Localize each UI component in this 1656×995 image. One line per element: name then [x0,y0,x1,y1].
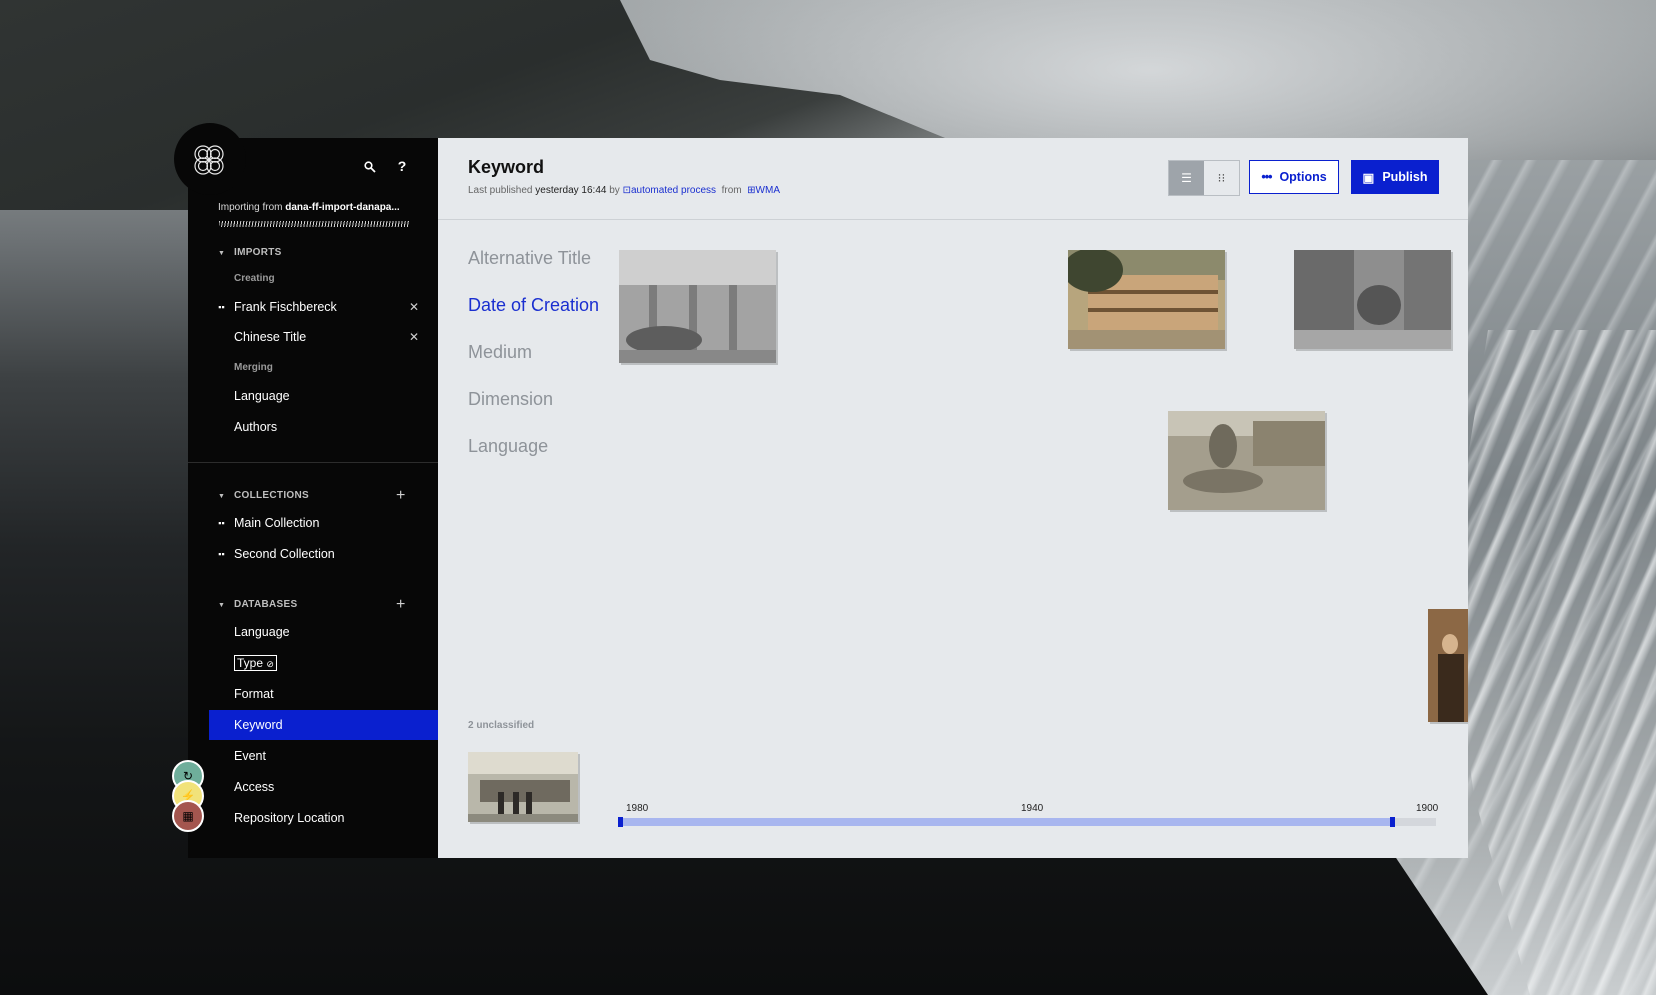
list-view-icon[interactable]: ☰ [1169,161,1204,195]
database-item-event[interactable]: Event [209,741,438,771]
timeline-start-handle[interactable] [618,817,623,827]
page-title: Keyword [468,157,545,177]
timeline-tick-label: 1940 [1021,803,1044,814]
timeline-view-icon[interactable]: ⁝⁝ [1204,161,1239,195]
main-panel: Keyword Last published yesterday 16:44 b… [438,138,1468,858]
merge-item-authors[interactable]: Authors [209,412,438,442]
photo-bank-building-lion[interactable] [619,250,776,363]
import-item-label: Chinese Title [234,330,307,344]
photo-fountain-square[interactable] [1168,411,1325,510]
app-logo-icon[interactable] [190,141,228,179]
database-label: Access [234,780,275,794]
database-item-keyword[interactable]: Keyword [209,710,438,740]
hierarchy-icon: ⊞ [747,185,756,196]
photo-street-scene[interactable] [1294,250,1451,349]
grid-icon: ▪▪ [218,518,225,528]
publish-button[interactable]: ▣ Publish [1351,160,1439,194]
unclassified-count: 2 unclassified [468,720,535,731]
collections-heading: COLLECTIONS [234,490,309,501]
cancel-import-icon[interactable]: ✕ [406,300,422,314]
facet-language[interactable]: Language [468,436,548,457]
merge-item-label: Language [234,389,290,403]
facet-dimension[interactable]: Dimension [468,389,553,410]
sidebar-divider [188,462,438,463]
creating-label: Creating [234,273,275,284]
import-item-label: Frank Fischbereck [234,300,337,314]
database-label: Format [234,687,274,701]
imports-section-toggle[interactable]: ▼ IMPORTS [218,247,282,258]
help-icon[interactable]: ? [396,158,408,177]
add-database-icon[interactable]: + [396,597,405,613]
publish-icon: ▣ [1362,170,1375,185]
collection-item-main[interactable]: ▪▪ Main Collection [209,508,438,538]
facet-date-of-creation[interactable]: Date of Creation [468,295,599,316]
add-collection-icon[interactable]: + [396,488,405,504]
database-label: Repository Location [234,811,345,825]
hidden-eye-icon: ⊘ [266,659,274,669]
cancel-import-icon[interactable]: ✕ [406,330,422,344]
grid-icon: ▪▪ [218,549,225,559]
import-item-frank-fischbereck[interactable]: ▪▪ Frank Fischbereck ✕ [209,292,438,322]
meta-author-link[interactable]: automated process [631,185,716,196]
photo-unclassified-group[interactable] [468,752,578,822]
database-label: Event [234,749,266,763]
import-progress-bar [219,221,409,227]
publish-label: Publish [1382,170,1428,184]
collection-label: Main Collection [234,516,320,530]
database-label: Language [234,625,290,639]
timeline-selected-range [618,818,1396,826]
database-item-language[interactable]: Language [209,617,438,647]
merge-item-language[interactable]: Language [209,381,438,411]
facet-alternative-title[interactable]: Alternative Title [468,248,591,269]
caret-down-icon: ▼ [218,250,226,257]
photo-portrait[interactable] [1428,609,1468,722]
publish-meta: Last published yesterday 16:44 by ⊡autom… [468,185,780,196]
timeline-tick-label: 1900 [1416,803,1439,814]
photo-colonial-building[interactable] [1068,250,1225,349]
options-button[interactable]: ••• Options [1249,160,1339,194]
caret-down-icon: ▼ [218,493,226,500]
database-item-access[interactable]: Access [209,772,438,802]
meta-by: by [609,185,620,196]
database-label: Keyword [234,718,283,732]
merge-item-label: Authors [234,420,278,434]
meta-prefix: Last published [468,185,533,196]
sidebar-top-icons: ? [364,158,408,177]
database-item-type[interactable]: Type ⊘ [209,648,438,678]
more-dots-icon: ••• [1261,170,1272,184]
import-source-name: dana-ff-import-danapa... [285,202,400,213]
robot-icon: ⊡ [622,185,631,196]
import-status: Importing from dana-ff-import-danapa... [218,202,400,213]
import-item-chinese-title[interactable]: Chinese Title ✕ [209,322,438,352]
databases-section-toggle[interactable]: ▼ DATABASES [218,599,297,610]
search-icon[interactable] [364,160,376,177]
import-status-prefix: Importing from [218,202,283,213]
caret-down-icon: ▼ [218,602,226,609]
merging-label: Merging [234,362,273,373]
meta-source-link[interactable]: WMA [756,185,780,196]
database-label-hidden: Type ⊘ [234,655,277,671]
database-item-repository-location[interactable]: Repository Location [209,803,438,833]
meta-when: yesterday 16:44 [535,185,607,196]
meta-from: from [721,185,742,196]
timeline-track[interactable] [618,817,1436,827]
options-label: Options [1279,170,1327,184]
database-item-format[interactable]: Format [209,679,438,709]
collection-item-second[interactable]: ▪▪ Second Collection [209,539,438,569]
avatar[interactable]: ▦ [172,800,204,832]
timeline-end-handle[interactable] [1390,817,1396,827]
sidebar: ? Importing from dana-ff-import-danapa..… [188,138,438,858]
imports-heading: IMPORTS [234,247,282,258]
collection-label: Second Collection [234,547,335,561]
databases-heading: DATABASES [234,599,298,610]
page-header: Keyword Last published yesterday 16:44 b… [438,138,1468,220]
timeline-tick-label: 1980 [626,803,649,814]
collections-section-toggle[interactable]: ▼ COLLECTIONS [218,490,309,501]
facet-medium[interactable]: Medium [468,342,532,363]
grid-icon: ▪▪ [218,302,225,312]
view-toggle: ☰ ⁝⁝ [1168,160,1240,196]
